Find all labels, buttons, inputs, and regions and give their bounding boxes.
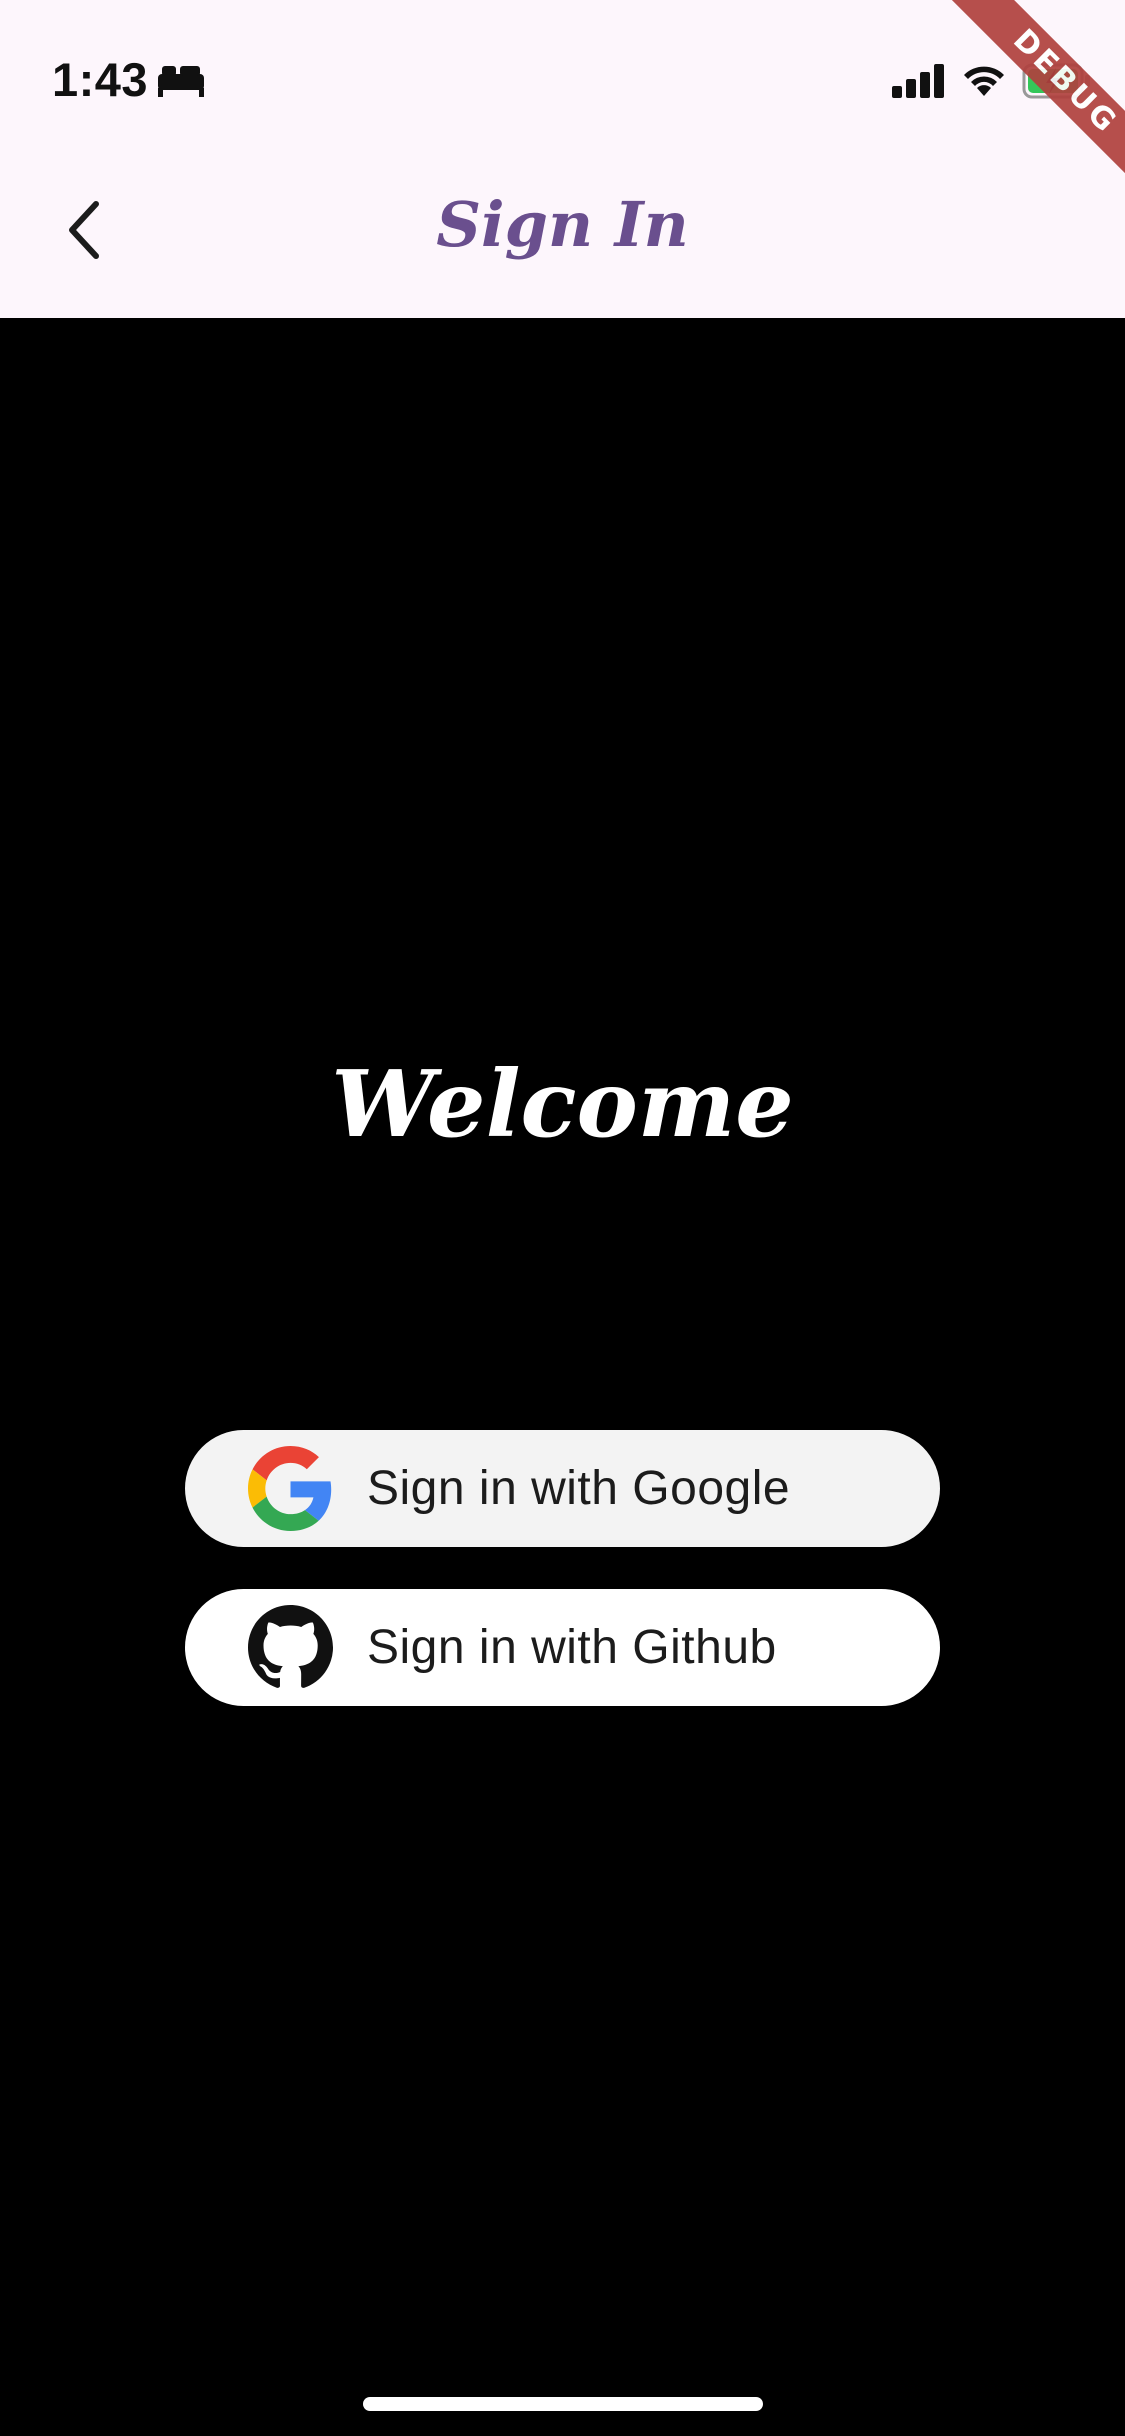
github-sign-in-label: Sign in with Github bbox=[367, 1621, 777, 1674]
google-sign-in-label: Sign in with Google bbox=[367, 1462, 791, 1515]
wifi-icon bbox=[964, 66, 1004, 96]
welcome-heading: Welcome bbox=[331, 1050, 794, 1158]
github-sign-in-button[interactable]: Sign in with Github bbox=[185, 1589, 940, 1706]
github-logo-icon bbox=[248, 1605, 333, 1688]
page-title: Sign In bbox=[436, 188, 689, 261]
google-logo-icon bbox=[248, 1446, 332, 1531]
google-sign-in-button[interactable]: Sign in with Google bbox=[185, 1430, 940, 1547]
status-time: 1:43 bbox=[52, 53, 149, 106]
app-header-area bbox=[0, 0, 1125, 318]
cellular-signal-icon bbox=[892, 64, 944, 98]
home-indicator[interactable] bbox=[363, 2397, 763, 2411]
bed-icon bbox=[158, 66, 204, 97]
